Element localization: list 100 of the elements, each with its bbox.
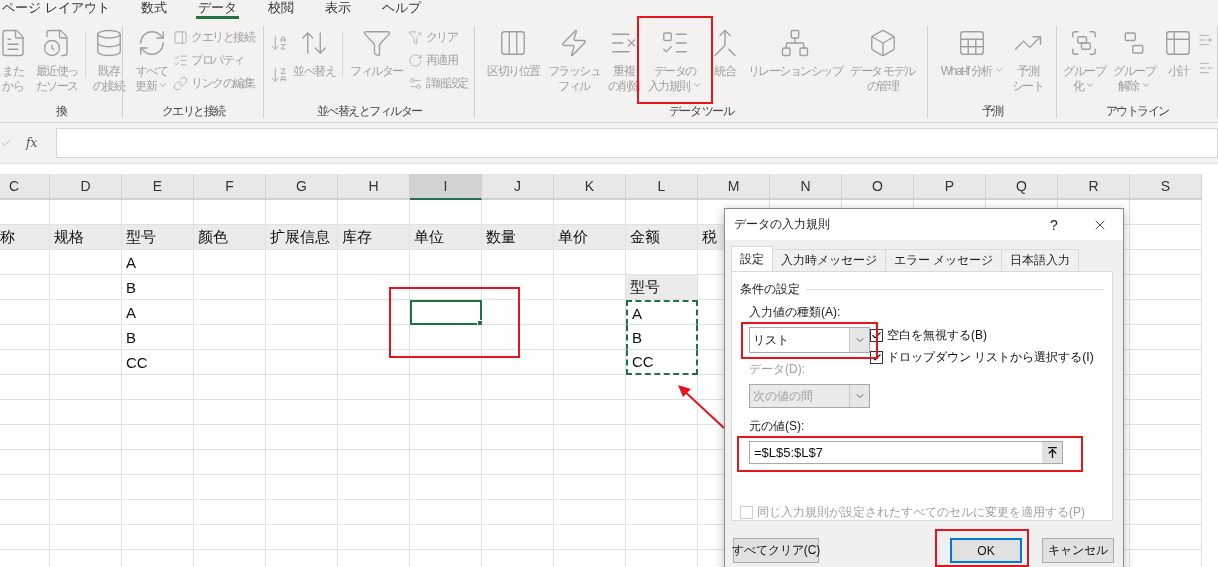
table-cell: [0, 425, 50, 450]
column-header[interactable]: G: [266, 174, 338, 200]
caret-icon: [158, 80, 168, 90]
column-header[interactable]: Q: [986, 174, 1058, 200]
table-cell: 扩展信息: [266, 225, 338, 250]
clear-filter-icon: [407, 29, 423, 45]
check-icon: [871, 330, 882, 341]
table-cell: CC: [626, 350, 698, 375]
table-cell: [338, 400, 410, 425]
table-cell: [266, 450, 338, 475]
table-cell: [122, 425, 194, 450]
column-header[interactable]: K: [554, 174, 626, 200]
sort-ascending-icon[interactable]: [270, 34, 289, 52]
dialog-button[interactable]: キャンセル: [1042, 538, 1114, 563]
table-cell: [122, 450, 194, 475]
list-minus-icon[interactable]: [1198, 60, 1214, 76]
reapply-icon: [407, 52, 423, 68]
field-label: データ(D):: [749, 361, 805, 378]
ribbon-tab[interactable]: ページ レイアウト: [0, 0, 112, 19]
active-cell[interactable]: [410, 300, 482, 325]
table-cell: [338, 450, 410, 475]
column-header[interactable]: L: [626, 174, 698, 200]
table-cell: [482, 375, 554, 400]
field-label: 入力値の種類(A):: [749, 304, 841, 321]
table-cell: [338, 375, 410, 400]
column-header[interactable]: S: [1130, 174, 1202, 200]
table-cell: 型号: [122, 225, 194, 250]
table-cell: [482, 200, 554, 225]
ribbon-tab[interactable]: ヘルプ: [379, 0, 423, 19]
table-cell: [194, 525, 266, 550]
table-cell: [0, 450, 50, 475]
table-cell: [194, 475, 266, 500]
dialog-button[interactable]: OK: [950, 538, 1022, 563]
formula-input[interactable]: [56, 128, 1218, 158]
column-header[interactable]: D: [50, 174, 122, 200]
sort-descending-icon[interactable]: [270, 66, 289, 84]
column-header[interactable]: F: [194, 174, 266, 200]
table-cell: [554, 475, 626, 500]
table-cell: [194, 500, 266, 525]
column-header[interactable]: R: [1058, 174, 1130, 200]
caret-icon: [993, 65, 1004, 75]
table-cell: [122, 525, 194, 550]
table-cell: 单位: [410, 225, 482, 250]
collapse-button[interactable]: [1042, 442, 1062, 463]
list-plus-icon[interactable]: [1198, 32, 1214, 48]
table-cell: [554, 250, 626, 275]
table-cell: [338, 525, 410, 550]
field-label: 元の値(S):: [749, 418, 805, 435]
group-label: クエリと接続: [161, 103, 225, 118]
table-cell: [338, 500, 410, 525]
table-cell: [50, 500, 122, 525]
table-cell: [0, 200, 50, 225]
table-cell: [554, 450, 626, 475]
ribbon-tab[interactable]: 校閲: [265, 0, 296, 19]
table-cell: [122, 375, 194, 400]
table-cell: [482, 450, 554, 475]
table-cell: 型号: [626, 275, 698, 300]
table-cell: [482, 275, 554, 300]
table-cell: [482, 475, 554, 500]
table-cell: [50, 275, 122, 300]
dialog-tab[interactable]: 日本語入力: [1001, 249, 1080, 271]
column-header[interactable]: C: [0, 174, 50, 200]
column-header[interactable]: J: [482, 174, 554, 200]
check-icon: [871, 352, 882, 363]
checkbox-option[interactable]: 空白を無視する(B): [870, 327, 1104, 344]
dialog-button[interactable]: すべてクリア(C): [733, 538, 819, 563]
source-field[interactable]: =$L$5:$L$7: [749, 441, 1063, 464]
column-header[interactable]: M: [698, 174, 770, 200]
table-cell: [0, 275, 50, 300]
table-cell: [338, 475, 410, 500]
table-cell: 颜色: [194, 225, 266, 250]
dialog-tab[interactable]: 設定: [731, 246, 773, 271]
table-cell: [0, 500, 50, 525]
ribbon-tab[interactable]: 数式: [138, 0, 169, 19]
table-cell: [554, 425, 626, 450]
group-icon: [1069, 28, 1099, 58]
column-header[interactable]: O: [842, 174, 914, 200]
network-icon: [779, 28, 810, 58]
column-header[interactable]: I: [410, 174, 482, 200]
table-cell: [338, 250, 410, 275]
table-cell: [266, 475, 338, 500]
check-icon[interactable]: [0, 137, 12, 149]
caret-icon: [691, 80, 702, 90]
table-cell: [554, 525, 626, 550]
table-cell: A: [122, 300, 194, 325]
table-cell: [194, 375, 266, 400]
ribbon-tab[interactable]: データ: [195, 0, 239, 19]
column-header[interactable]: E: [122, 174, 194, 200]
column-header[interactable]: P: [914, 174, 986, 200]
table-cell: [554, 500, 626, 525]
table-cell: [266, 400, 338, 425]
help-button[interactable]: ?: [1031, 216, 1077, 233]
column-header[interactable]: H: [338, 174, 410, 200]
table-cell: [194, 400, 266, 425]
section-title: 条件の設定: [740, 281, 800, 298]
ribbon-tab[interactable]: 表示: [322, 0, 353, 19]
function-button[interactable]: fx: [26, 136, 38, 150]
table-cell: A: [626, 300, 698, 325]
column-header[interactable]: N: [770, 174, 842, 200]
type-dropdown[interactable]: リスト: [749, 327, 870, 353]
